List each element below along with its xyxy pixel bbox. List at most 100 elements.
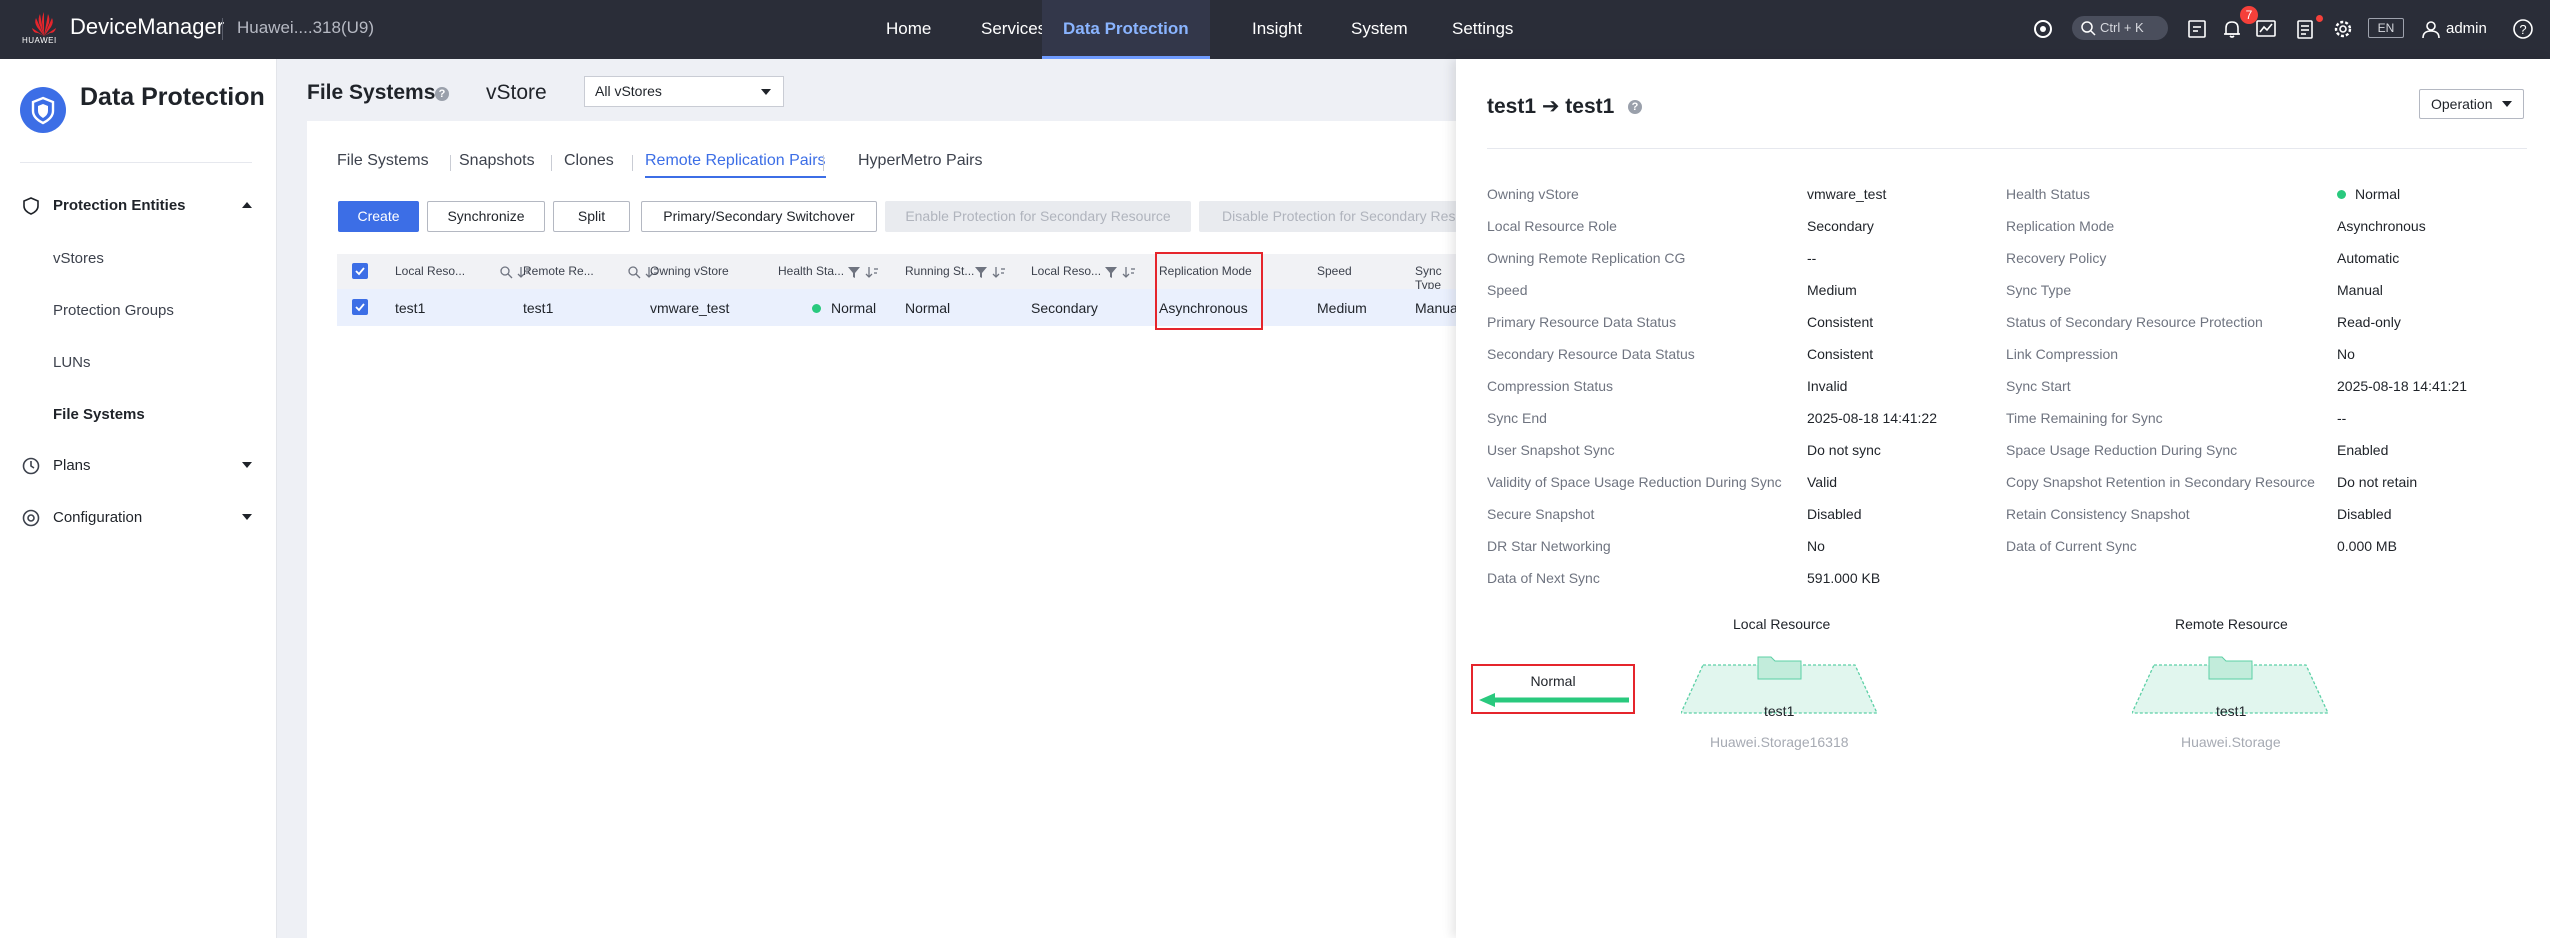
nav-system[interactable]: System — [1351, 0, 1408, 59]
sidebar: Data Protection Protection Entities vSto… — [0, 59, 277, 938]
document-alert-dot — [2316, 15, 2323, 22]
help-icon[interactable]: ? — [2510, 16, 2536, 42]
nav-services[interactable]: Services — [981, 0, 1046, 59]
column-header[interactable]: Local Reso... — [395, 264, 465, 278]
status-dot — [2337, 190, 2346, 199]
property-label: Primary Resource Data Status — [1487, 314, 1677, 330]
nav-settings[interactable]: Settings — [1452, 0, 1513, 59]
search-button[interactable]: Ctrl + K — [2072, 16, 2168, 40]
sidebar-group-protection-entities[interactable]: Protection Entities — [20, 193, 252, 219]
cell-local-resource[interactable]: test1 — [395, 300, 425, 316]
column-header[interactable]: Sync Type — [1415, 264, 1457, 292]
cell-local-resource-role: Secondary — [1031, 300, 1098, 316]
sidebar-group-configuration[interactable]: Configuration — [20, 505, 252, 531]
replication-link: Normal — [1471, 664, 1635, 714]
synchronize-button[interactable]: Synchronize — [427, 201, 545, 232]
property-value: Consistent — [1807, 314, 1874, 330]
clock-plan-icon — [22, 457, 40, 475]
column-header[interactable]: Remote Re... — [523, 264, 594, 278]
nav-data-protection[interactable]: Data Protection — [1042, 0, 1210, 59]
refresh-icon[interactable] — [2030, 16, 2056, 42]
property-value: Disabled — [2337, 506, 2392, 522]
cell-running-status: Normal — [905, 300, 951, 316]
vstore-select[interactable]: All vStores — [584, 76, 784, 107]
topbar-divider — [222, 18, 223, 40]
document-icon[interactable] — [2292, 16, 2318, 42]
row-checkbox[interactable] — [352, 299, 368, 315]
top-bar: HUAWEI DeviceManager Huawei....318(U9) H… — [0, 0, 2550, 59]
tab-clones[interactable]: Clones — [564, 152, 614, 178]
sidebar-group-plans[interactable]: Plans — [20, 453, 252, 479]
cell-health-status: Normal — [831, 300, 877, 316]
monitor-chart-icon[interactable] — [2253, 16, 2279, 42]
language-button[interactable]: EN — [2368, 18, 2404, 38]
sidebar-item-luns[interactable]: LUNs — [53, 354, 91, 371]
tab-separator — [450, 155, 451, 171]
column-header[interactable]: Local Reso... — [1031, 264, 1101, 278]
tab-hypermetro-pairs[interactable]: HyperMetro Pairs — [858, 152, 982, 178]
svg-text:?: ? — [2519, 22, 2526, 37]
tab-snapshots[interactable]: Snapshots — [459, 152, 535, 178]
sidebar-item-protection-groups[interactable]: Protection Groups — [53, 302, 174, 319]
cell-sync-type: Manual — [1415, 300, 1461, 316]
cell-owning-vstore: vmware_test — [650, 300, 730, 316]
page-header: File Systems ? vStore All vStores — [307, 59, 1457, 121]
disable-protection-button[interactable]: Disable Protection for Secondary Res — [1199, 201, 1457, 232]
user-name[interactable]: admin — [2446, 20, 2487, 37]
remote-resource-name[interactable]: test1 — [2216, 703, 2246, 719]
nav-home[interactable]: Home — [886, 0, 931, 59]
select-all-checkbox[interactable] — [352, 263, 368, 279]
filter-icon[interactable] — [1104, 265, 1118, 279]
column-header[interactable]: Running St... — [905, 264, 974, 278]
property-label: Secure Snapshot — [1487, 506, 1595, 522]
data-protection-shield-icon — [20, 87, 66, 133]
create-button[interactable]: Create — [338, 201, 419, 232]
enable-protection-button[interactable]: Enable Protection for Secondary Resource — [885, 201, 1191, 232]
property-label: Speed — [1487, 282, 1528, 298]
nav-insight[interactable]: Insight — [1252, 0, 1302, 59]
local-device-name: Huawei.Storage16318 — [1710, 734, 1849, 750]
user-icon[interactable] — [2418, 16, 2444, 42]
tab-remote-replication-pairs[interactable]: Remote Replication Pairs — [645, 152, 826, 178]
property-value: -- — [2337, 410, 2347, 426]
property-value: Do not sync — [1807, 442, 1881, 458]
device-selector[interactable]: Huawei....318(U9) — [237, 18, 374, 38]
tasks-icon[interactable] — [2184, 16, 2210, 42]
sort-icon[interactable] — [1122, 265, 1136, 279]
column-header[interactable]: Owning vStore — [650, 264, 729, 278]
property-label: Data of Next Sync — [1487, 570, 1600, 586]
tab-file-systems[interactable]: File Systems — [337, 152, 429, 178]
vstore-label: vStore — [486, 81, 547, 104]
tab-separator — [823, 155, 824, 171]
filter-icon[interactable] — [847, 265, 861, 279]
property-label: Sync Type — [2006, 282, 2072, 298]
gear-icon[interactable] — [2330, 16, 2356, 42]
table-header: Local Reso... Remote Re... Owning vStore… — [337, 254, 1457, 292]
cell-speed: Medium — [1317, 300, 1367, 316]
property-label: Status of Secondary Resource Protection — [2006, 314, 2263, 330]
split-button[interactable]: Split — [553, 201, 630, 232]
help-icon[interactable]: ? — [435, 87, 449, 101]
configuration-gear-icon — [22, 509, 40, 527]
chevron-up-icon — [242, 202, 252, 208]
table-row[interactable]: test1 test1 vmware_test Normal Normal Se… — [337, 289, 1461, 326]
column-header[interactable]: Health Sta... — [778, 264, 844, 278]
search-icon[interactable] — [627, 265, 641, 279]
sidebar-item-file-systems[interactable]: File Systems — [53, 406, 145, 423]
switchover-button[interactable]: Primary/Secondary Switchover — [641, 201, 877, 232]
column-header[interactable]: Speed — [1317, 264, 1352, 278]
search-icon[interactable] — [499, 265, 513, 279]
property-value: No — [2337, 346, 2355, 362]
main-content: File Systems ? vStore All vStores File S… — [307, 59, 1461, 938]
sidebar-item-vstores[interactable]: vStores — [53, 250, 104, 267]
replication-mode-highlight — [1155, 252, 1263, 330]
property-value: Manual — [2337, 282, 2383, 298]
sort-icon[interactable] — [865, 265, 879, 279]
local-resource-name[interactable]: test1 — [1764, 703, 1794, 719]
filter-icon[interactable] — [974, 265, 988, 279]
help-icon[interactable]: ? — [1628, 100, 1642, 114]
property-value: Normal — [2355, 186, 2401, 202]
sort-icon[interactable] — [992, 265, 1006, 279]
operation-dropdown[interactable]: Operation — [2419, 89, 2524, 119]
cell-remote-resource[interactable]: test1 — [523, 300, 553, 316]
